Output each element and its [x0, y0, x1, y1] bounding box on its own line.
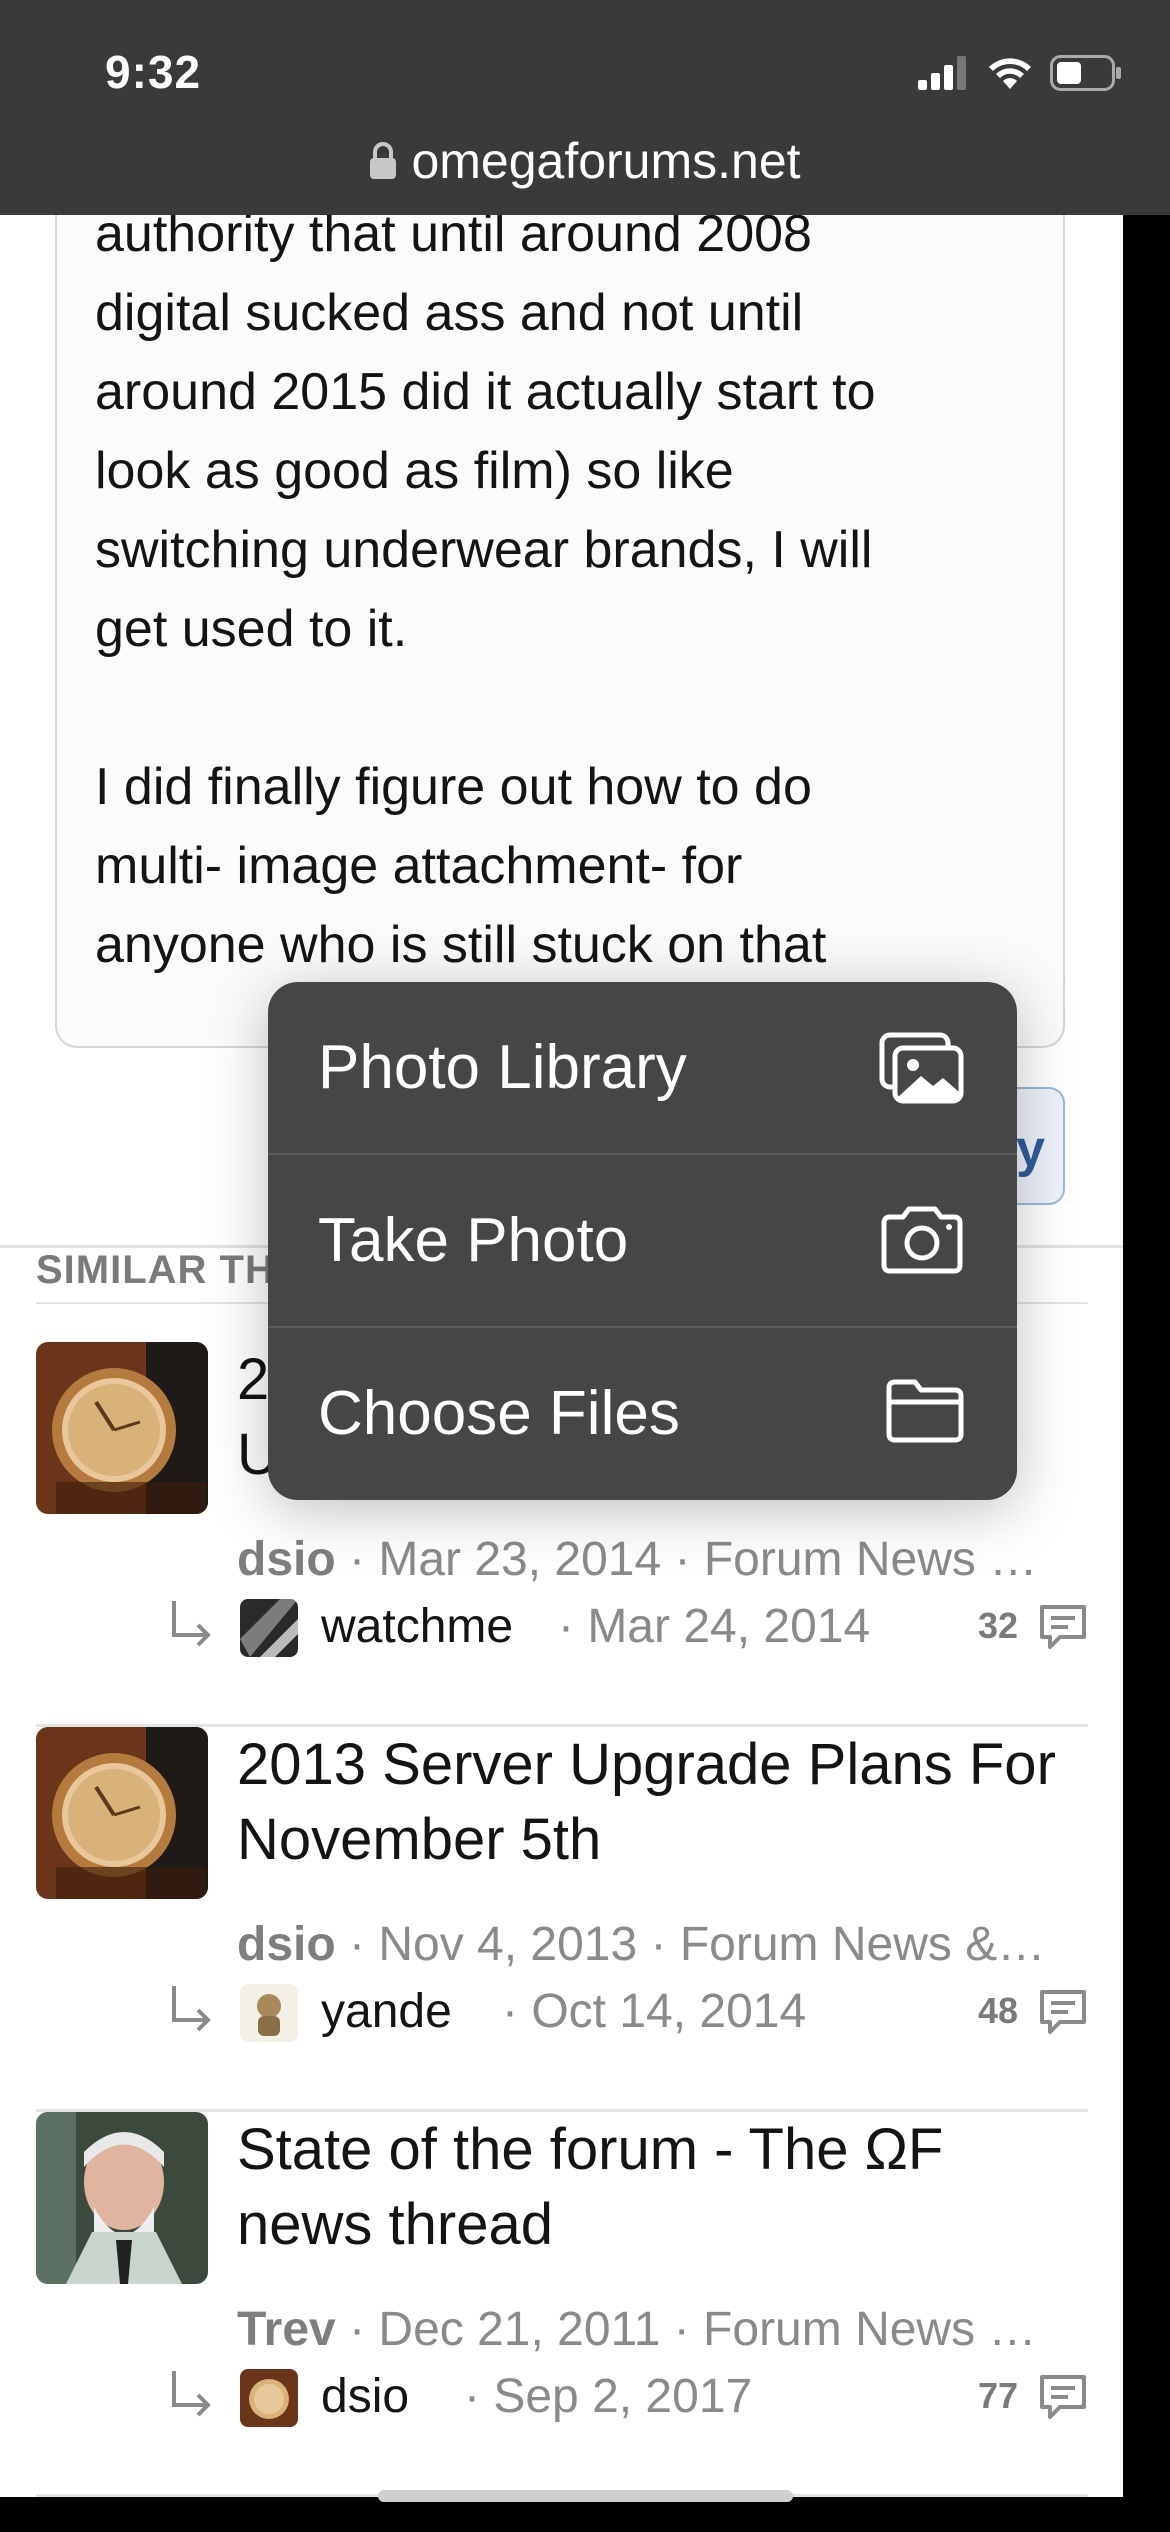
last-reply-date: · Oct 14, 2014	[502, 1985, 807, 2038]
thread-author[interactable]: Trev	[237, 2303, 336, 2356]
thread-thumbnail	[36, 2112, 208, 2284]
thread-meta: dsio · Nov 4, 2013 · Forum News &…	[237, 1917, 1087, 1972]
last-reply: dsio · Sep 2, 2017 77	[166, 2365, 1088, 2435]
status-icons	[918, 52, 1122, 94]
menu-item-photo-library[interactable]: Photo Library	[268, 982, 1017, 1155]
reply-arrow-icon	[172, 1601, 211, 1647]
last-reply-date: · Mar 24, 2014	[558, 1600, 871, 1653]
reply-editor[interactable]: authority that until around 2008 digital…	[55, 215, 1065, 1048]
reply-count: 48	[977, 1990, 1018, 2031]
thread-thumbnail	[36, 1727, 208, 1899]
comment-icon	[1040, 2375, 1086, 2419]
photo-library-icon	[879, 1032, 964, 1104]
comment-icon	[1040, 1605, 1086, 1649]
reply-button-fragment: y	[1016, 1120, 1045, 1178]
thread-date-section: · Nov 4, 2013 · Forum News &…	[349, 1918, 1046, 1971]
thread-meta: dsio · Mar 23, 2014 · Forum News …	[237, 1532, 1087, 1587]
cellular-signal-icon	[918, 56, 966, 90]
battery-icon	[1050, 55, 1121, 91]
similar-threads-heading: SIMILAR TH	[36, 1248, 275, 1292]
menu-item-choose-files[interactable]: Choose Files	[268, 1328, 1017, 1500]
thread-title[interactable]: 2013 Server Upgrade Plans For November 5…	[237, 1727, 1067, 1877]
menu-item-label: Choose Files	[318, 1379, 680, 1448]
avatar	[240, 1984, 298, 2042]
last-reply: watchme · Mar 24, 2014 32	[166, 1595, 1088, 1665]
thread-author[interactable]: dsio	[237, 1918, 336, 1971]
menu-item-label: Photo Library	[318, 1033, 687, 1102]
status-time: 9:32	[105, 46, 202, 98]
status-bar: 9:32 omegaforums.net	[0, 0, 1170, 215]
menu-item-label: Take Photo	[318, 1206, 629, 1275]
avatar	[240, 2369, 298, 2427]
thread-meta: Trev · Dec 21, 2011 · Forum News …	[237, 2302, 1087, 2357]
thread-author[interactable]: dsio	[237, 1533, 336, 1586]
file-picker-menu: Photo Library Take Photo Choose Files	[268, 982, 1017, 1500]
home-indicator[interactable]	[378, 2490, 793, 2502]
thread-thumbnail	[36, 1342, 208, 1514]
avatar	[240, 1599, 298, 1657]
folder-icon	[886, 1379, 964, 1443]
reply-count: 32	[977, 1605, 1018, 1646]
last-reply-user[interactable]: watchme	[321, 1599, 513, 1654]
thread-title[interactable]: State of the forum - The ΩF news thread	[237, 2112, 1067, 2262]
menu-item-take-photo[interactable]: Take Photo	[268, 1155, 1017, 1328]
url-text: omegaforums.net	[411, 132, 801, 189]
thread-date-section: · Mar 23, 2014 · Forum News …	[349, 1533, 1038, 1586]
reply-arrow-icon	[172, 2371, 211, 2417]
reply-arrow-icon	[172, 1986, 211, 2032]
similar-thread-item[interactable]: State of the forum - The ΩF news thread …	[36, 2112, 1088, 2497]
last-reply-user[interactable]: yande	[321, 1984, 452, 2039]
camera-icon	[881, 1206, 963, 1274]
comment-icon	[1040, 1990, 1086, 2034]
last-reply: yande · Oct 14, 2014 48	[166, 1980, 1088, 2050]
reply-count: 77	[977, 2375, 1018, 2416]
lock-icon	[370, 141, 397, 179]
last-reply-user[interactable]: dsio	[321, 2369, 409, 2424]
last-reply-date: · Sep 2, 2017	[464, 2370, 753, 2423]
address-bar[interactable]: omegaforums.net	[0, 128, 1170, 190]
wifi-icon	[989, 58, 1031, 89]
bottom-bar	[0, 2497, 1170, 2532]
thread-date-section: · Dec 21, 2011 · Forum News …	[349, 2303, 1037, 2356]
similar-thread-item[interactable]: 2013 Server Upgrade Plans For November 5…	[36, 1727, 1088, 2112]
editor-text[interactable]: authority that until around 2008 digital…	[95, 215, 1035, 985]
